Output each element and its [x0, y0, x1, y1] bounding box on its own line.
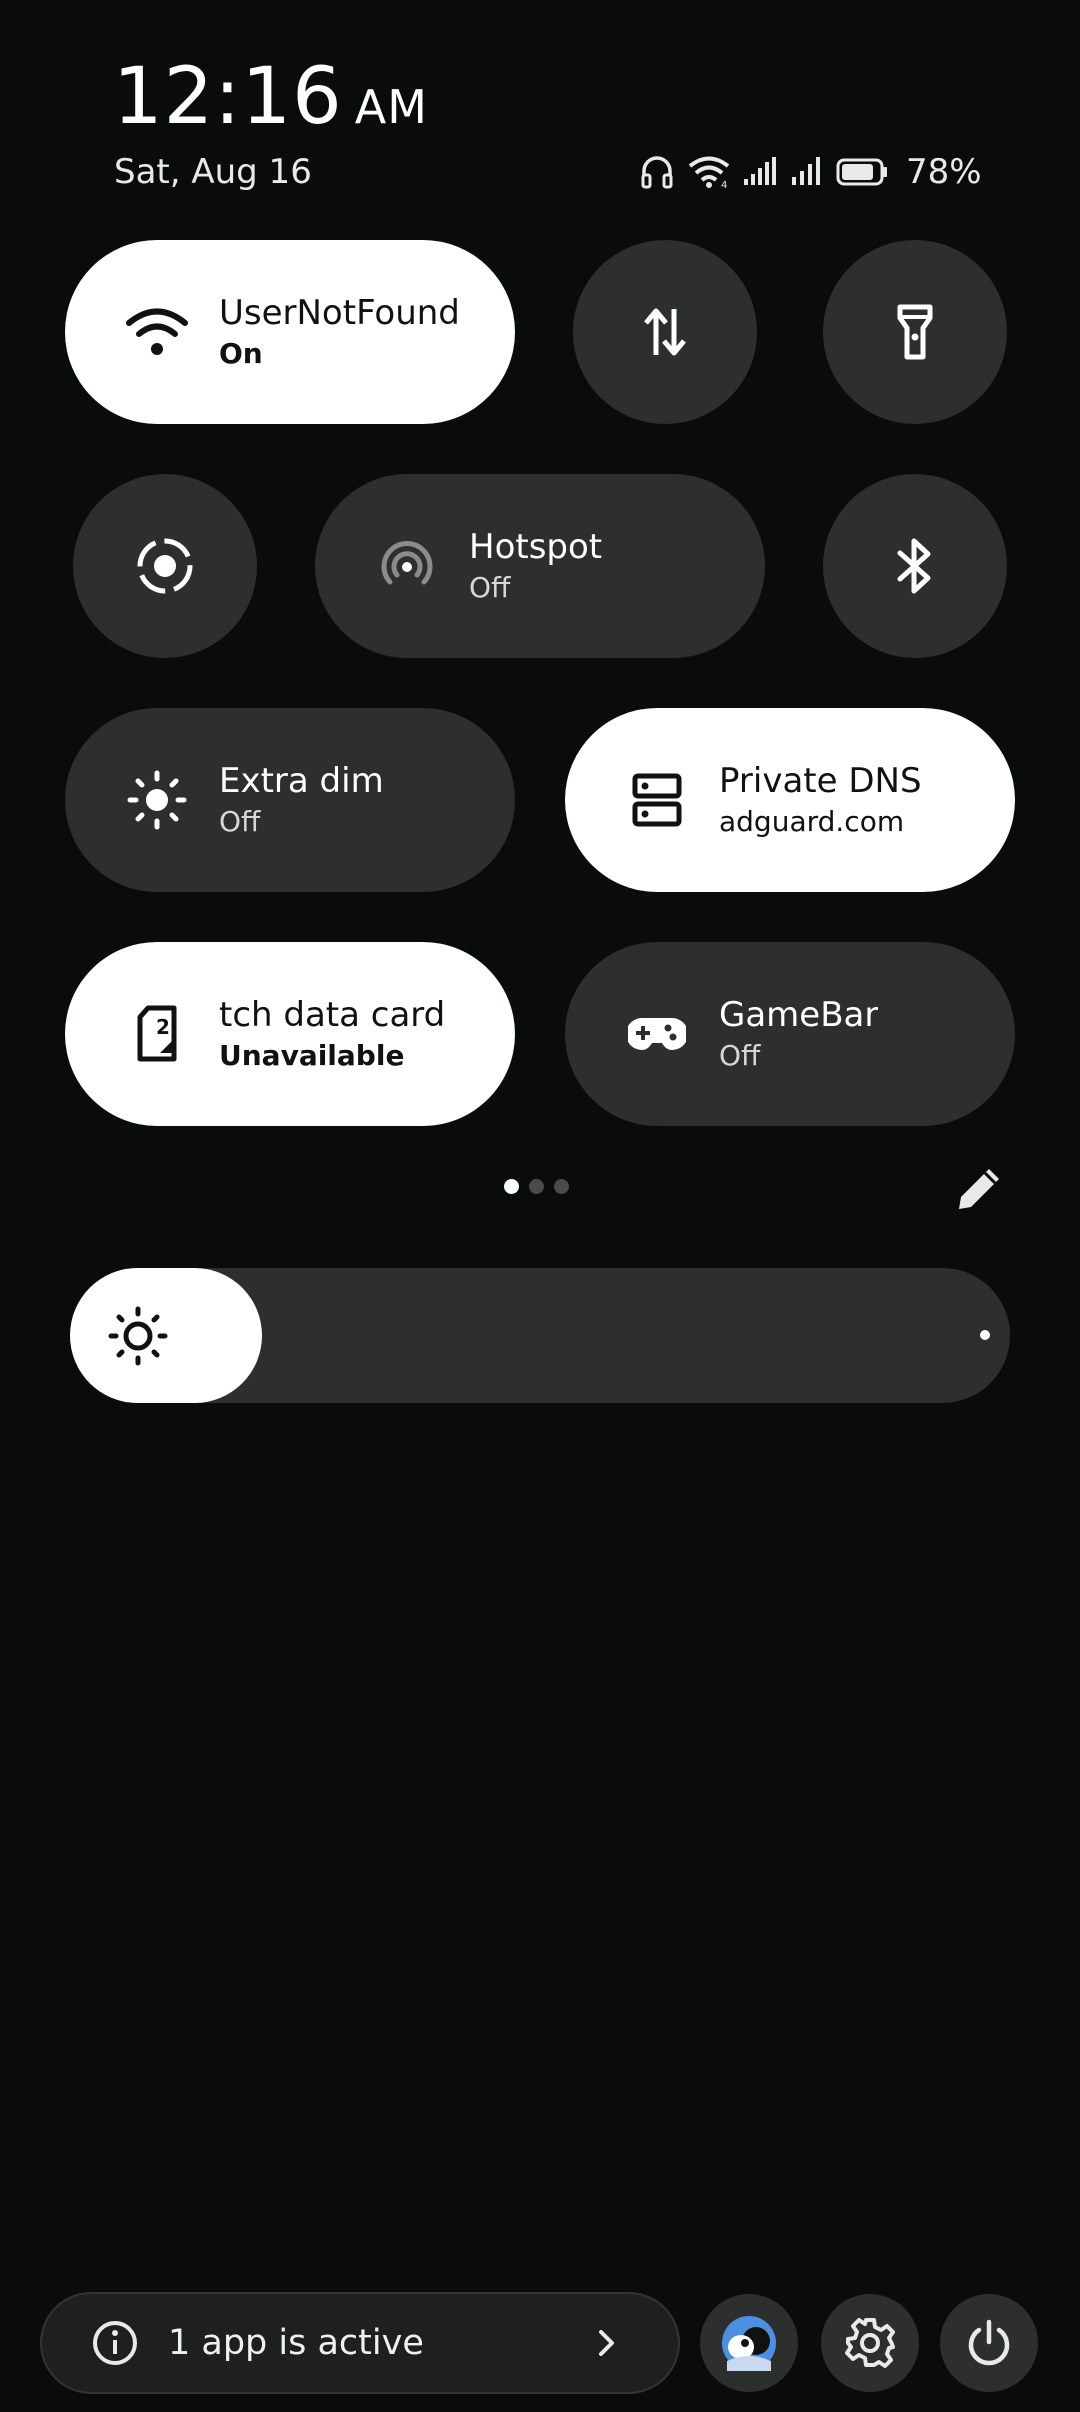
private-dns-tile[interactable]: Private DNS adguard.com — [565, 708, 1015, 892]
settings-button[interactable] — [821, 2294, 919, 2392]
pencil-icon — [959, 1169, 999, 1209]
svg-text:2: 2 — [156, 1015, 170, 1039]
dns-icon — [617, 760, 697, 840]
flashlight-icon — [897, 304, 933, 360]
edit-tiles-button[interactable] — [950, 1158, 1010, 1218]
clock-ampm: AM — [354, 80, 428, 134]
extra-dim-tile-status: Off — [219, 805, 261, 838]
active-apps-label: 1 app is active — [168, 2323, 424, 2363]
gamebar-tile-label: GameBar — [719, 995, 879, 1035]
page-dot-1 — [504, 1179, 519, 1194]
hotspot-tile-label: Hotspot — [469, 527, 603, 567]
extra-dim-tile[interactable]: Extra dim Off — [65, 708, 515, 892]
signal-icon — [744, 157, 776, 185]
screen-record-tile[interactable] — [73, 474, 257, 658]
page-dot-2 — [529, 1179, 544, 1194]
chevron-right-icon — [599, 2330, 614, 2356]
bluetooth-icon — [897, 538, 931, 594]
brightness-icon — [108, 1306, 168, 1365]
switch-data-card-status: Unavailable — [219, 1039, 405, 1072]
hotspot-tile-status: Off — [469, 571, 511, 604]
brightness-icon — [117, 760, 197, 840]
data-transfer-tile[interactable] — [573, 240, 757, 424]
settings-icon — [845, 2318, 895, 2368]
extra-dim-tile-label: Extra dim — [219, 761, 384, 801]
bluetooth-tile[interactable] — [823, 474, 1007, 658]
screen-record-icon — [137, 538, 193, 594]
sim-2-icon: 2 — [117, 994, 197, 1074]
info-icon — [93, 2321, 137, 2365]
gamepad-icon — [617, 994, 697, 1074]
wifi-tile[interactable]: UserNotFound On — [65, 240, 515, 424]
data-arrows-icon — [644, 308, 686, 356]
brightness-slider-fill[interactable] — [70, 1268, 262, 1403]
private-dns-tile-label: Private DNS — [719, 761, 922, 801]
avatar — [722, 2316, 776, 2371]
brightness-slider-end-marker — [980, 1330, 990, 1340]
private-dns-tile-status: adguard.com — [719, 805, 905, 838]
page-dot-3 — [554, 1179, 569, 1194]
battery-percent: 78% — [906, 152, 982, 192]
hotspot-tile[interactable]: Hotspot Off — [315, 474, 765, 658]
clock[interactable]: 12:16 AM — [113, 52, 428, 142]
switch-data-card-tile[interactable]: 2 tch data card Unavailable — [65, 942, 515, 1126]
hotspot-icon — [367, 526, 447, 606]
wifi-icon: 4 — [688, 156, 730, 189]
wifi-tile-status: On — [219, 337, 263, 370]
flashlight-tile[interactable] — [823, 240, 1007, 424]
signal-icon — [792, 157, 820, 185]
active-apps-button[interactable]: 1 app is active — [40, 2292, 680, 2394]
wifi-icon — [117, 292, 197, 372]
switch-data-card-label: tch data card — [219, 995, 446, 1035]
battery-icon — [836, 158, 887, 186]
status-bar-icons: 4 78% — [640, 150, 982, 194]
wifi-tile-label: UserNotFound — [219, 293, 460, 333]
date-label: Sat, Aug 16 — [114, 152, 312, 192]
page-indicator — [504, 1179, 569, 1194]
clock-time: 12:16 — [113, 52, 343, 142]
user-avatar-button[interactable] — [700, 2294, 798, 2392]
gamebar-tile-status: Off — [719, 1039, 761, 1072]
headphones-icon — [641, 156, 673, 189]
gamebar-tile[interactable]: GameBar Off — [565, 942, 1015, 1126]
power-icon — [968, 2319, 1010, 2366]
svg-text:4: 4 — [721, 180, 727, 189]
power-button[interactable] — [940, 2294, 1038, 2392]
